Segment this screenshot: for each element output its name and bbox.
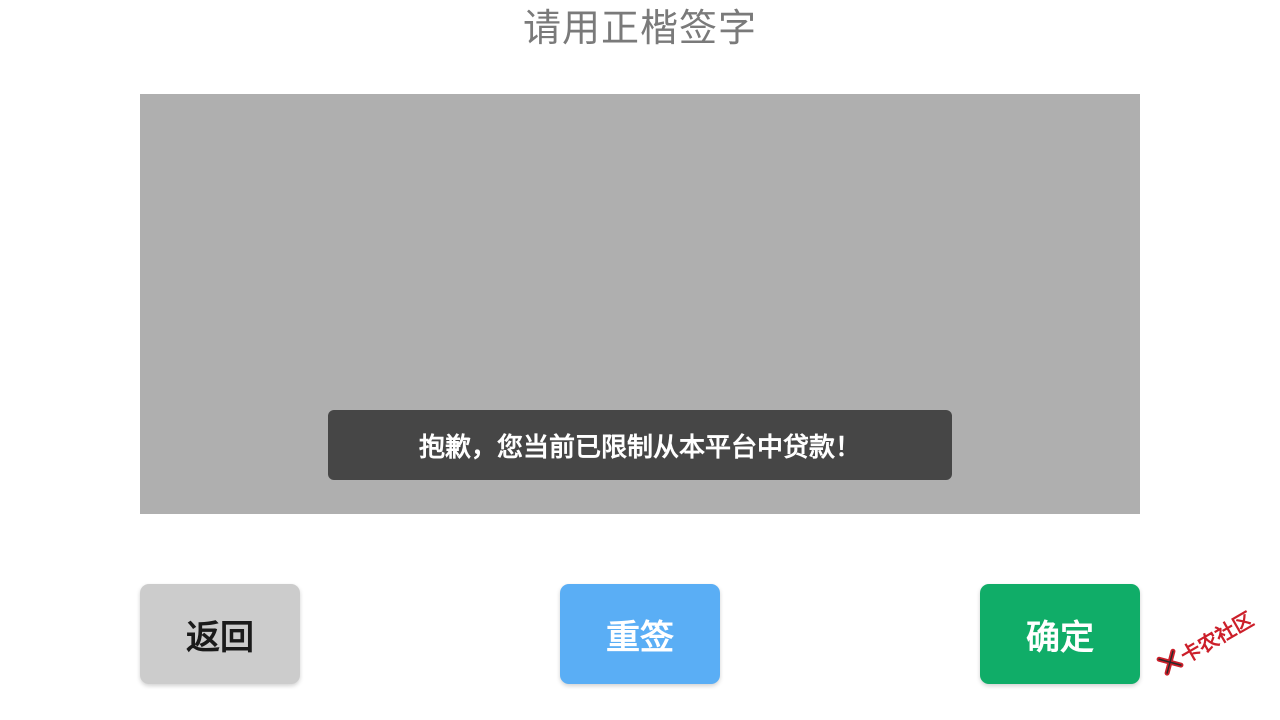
re-sign-button[interactable]: 重签 xyxy=(560,584,720,684)
watermark-text: 卡农社区 xyxy=(1176,606,1258,668)
back-button[interactable]: 返回 xyxy=(140,584,300,684)
community-watermark: 卡农社区 xyxy=(1143,587,1265,698)
confirm-button[interactable]: 确定 xyxy=(980,584,1140,684)
signature-page: 请用正楷签字 抱歉，您当前已限制从本平台中贷款！ 返回 重签 确定 卡农社区 xyxy=(0,0,1280,720)
toast-message: 抱歉，您当前已限制从本平台中贷款！ xyxy=(328,410,952,480)
page-title: 请用正楷签字 xyxy=(522,6,757,50)
